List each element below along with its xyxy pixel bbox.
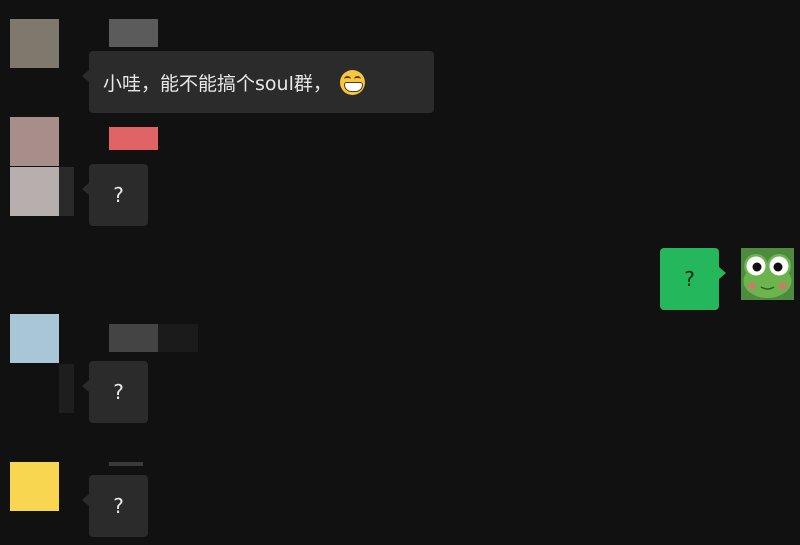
- message-bubble[interactable]: ?: [82, 475, 148, 537]
- message-text: 小哇，能不能搞个soul群，: [103, 72, 332, 95]
- message-text: ?: [684, 267, 695, 291]
- message-text: ?: [113, 380, 124, 404]
- overlapping-avatar-blurred: [10, 167, 59, 216]
- grinning-squinting-face-icon: [339, 69, 365, 95]
- contact-avatar[interactable]: [10, 19, 59, 68]
- blurred-fragment: [59, 167, 74, 216]
- contact-avatar[interactable]: [10, 462, 59, 511]
- blurred-fragment: [158, 324, 198, 352]
- blurred-fragment: [59, 364, 74, 413]
- sender-name-blurred: [109, 324, 158, 352]
- message-bubble[interactable]: 小哇，能不能搞个soul群，: [82, 51, 434, 113]
- chat-window: 小哇，能不能搞个soul群， ? ? ? ?: [0, 0, 800, 545]
- sender-name-blurred: [109, 127, 158, 150]
- message-bubble[interactable]: ?: [82, 164, 148, 226]
- sender-name-blurred: [109, 19, 158, 47]
- message-bubble-outgoing[interactable]: ?: [660, 248, 726, 310]
- message-bubble[interactable]: ?: [82, 361, 148, 423]
- sender-name-blurred: [109, 462, 143, 466]
- contact-avatar[interactable]: [10, 117, 59, 166]
- message-text: ?: [113, 183, 124, 207]
- green-frog-avatar-icon[interactable]: [741, 248, 794, 300]
- contact-avatar[interactable]: [10, 314, 59, 363]
- message-text: ?: [113, 494, 124, 518]
